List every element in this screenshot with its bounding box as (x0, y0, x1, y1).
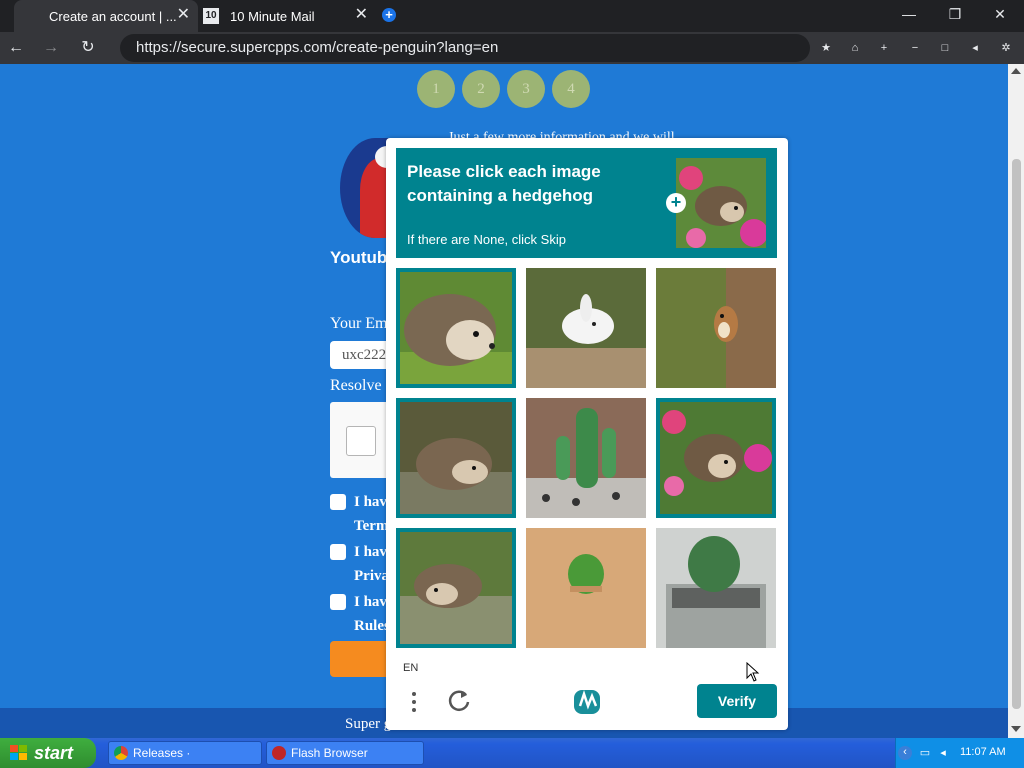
captcha-tile-4-hedgehog-water[interactable] (396, 398, 516, 518)
taskbar: start Releases · radubirsan/... Flash Br… (0, 738, 1024, 768)
clock: 11:07 AM (960, 746, 1006, 758)
challenge-prompt: Please click each image containing a hed… (396, 148, 777, 258)
new-tab-button[interactable]: + (382, 8, 396, 22)
fullscreen-icon[interactable]: □ (938, 41, 952, 55)
back-button[interactable]: ← (5, 37, 27, 59)
scroll-down-arrow-icon[interactable] (1011, 726, 1021, 732)
captcha-challenge-dialog: Please click each image containing a hed… (386, 138, 788, 730)
footer-text: Super g (345, 716, 392, 732)
captcha-tile-7-hedgehog-water[interactable] (396, 528, 516, 648)
scrollbar[interactable] (1008, 64, 1024, 738)
step-4: 4 (552, 70, 590, 108)
terms-checkbox[interactable] (330, 494, 346, 510)
address-bar[interactable]: https://secure.supercpps.com/create-peng… (120, 34, 810, 62)
reload-button[interactable]: ↻ (77, 37, 99, 59)
terms-label: I hav Term (354, 494, 389, 534)
captcha-tile-1-hedgehog[interactable] (396, 268, 516, 388)
captcha-checkbox[interactable] (346, 426, 376, 456)
restore-button[interactable]: ❐ (945, 6, 965, 23)
taskbar-item-releases[interactable]: Releases · radubirsan/... (108, 741, 262, 765)
ten-minute-mail-icon: 10 (203, 8, 219, 24)
tab-10-minute-mail[interactable]: 10 10 Minute Mail ✕ (200, 0, 376, 32)
email-label: Your Em (330, 315, 388, 332)
tab-bar: Create an account | ... ✕ 10 10 Minute M… (0, 0, 1024, 32)
prompt-title: Please click each image containing a hed… (407, 162, 601, 205)
forward-button[interactable]: → (40, 37, 62, 59)
username: Youtub (330, 248, 388, 267)
prompt-subtitle: If there are None, click Skip (407, 232, 566, 247)
close-icon[interactable]: ✕ (177, 7, 190, 23)
window-close-button[interactable]: ✕ (990, 6, 1010, 23)
privacy-checkbox[interactable] (330, 544, 346, 560)
home-icon[interactable]: ⌂ (848, 41, 862, 55)
hcaptcha-logo-icon[interactable] (570, 684, 604, 718)
captcha-tile-3-squirrel[interactable] (656, 268, 776, 388)
captcha-tile-8-cactus-sand[interactable] (526, 528, 646, 648)
step-2: 2 (462, 70, 500, 108)
verify-button[interactable]: Verify (697, 684, 777, 718)
step-1: 1 (417, 70, 455, 108)
start-label: start (34, 743, 74, 763)
star-icon[interactable]: ★ (819, 41, 833, 55)
captcha-tile-9-cactus-pot[interactable] (656, 528, 776, 648)
example-hedgehog-image (676, 158, 766, 248)
close-icon[interactable]: ✕ (355, 7, 368, 23)
sound-icon[interactable]: ◂ (968, 41, 982, 55)
tab-create-account[interactable]: Create an account | ... ✕ (14, 0, 198, 32)
scrollbar-thumb[interactable] (1012, 159, 1021, 709)
more-options-icon[interactable] (410, 690, 418, 714)
privacy-label: I hav Priva (354, 544, 389, 584)
scroll-up-arrow-icon[interactable] (1011, 68, 1021, 74)
rules-checkbox[interactable] (330, 594, 346, 610)
expand-example-plus-icon[interactable]: + (666, 193, 686, 213)
rules-label: I hav Rules (354, 594, 390, 634)
expand-tray-icon[interactable]: ‹ (898, 746, 912, 760)
zoom-in-icon[interactable]: + (877, 41, 891, 55)
minimize-button[interactable]: — (899, 6, 919, 22)
system-tray: ‹ ▭ ◂ 11:07 AM (895, 738, 1024, 768)
mouse-cursor-icon (746, 661, 760, 682)
network-icon[interactable]: ▭ (918, 746, 932, 760)
volume-icon[interactable]: ◂ (936, 746, 950, 760)
start-button[interactable]: start (0, 738, 96, 768)
captcha-tile-5-cactus[interactable] (526, 398, 646, 518)
settings-icon[interactable]: ✲ (999, 41, 1013, 55)
resolve-label: Resolve (330, 377, 382, 394)
step-3: 3 (507, 70, 545, 108)
tab-title: Create an account | ... (49, 8, 177, 24)
chrome-icon (114, 746, 128, 760)
refresh-icon[interactable] (446, 688, 472, 714)
windows-logo-icon (10, 745, 27, 760)
taskbar-item-flash-browser[interactable]: Flash Browser (266, 741, 424, 765)
flash-browser-icon (272, 746, 286, 760)
language-selector[interactable]: EN (403, 662, 418, 674)
browser-toolbar: ← → ↻ https://secure.supercpps.com/creat… (0, 32, 1024, 64)
zoom-out-icon[interactable]: − (908, 41, 922, 55)
tab-title: 10 Minute Mail (230, 8, 315, 24)
captcha-tile-6-hedgehog-flowers[interactable] (656, 398, 776, 518)
captcha-tile-2-rabbit[interactable] (526, 268, 646, 388)
